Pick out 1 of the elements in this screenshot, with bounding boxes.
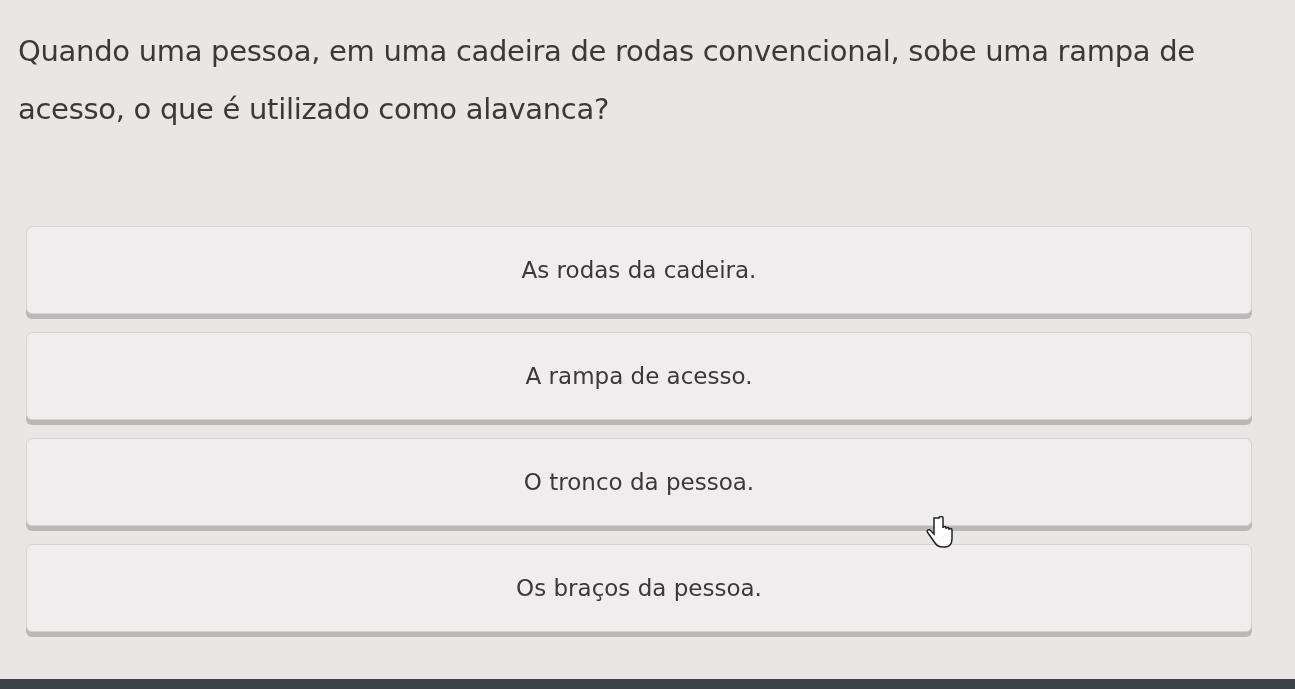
question-text: Quando uma pessoa, em uma cadeira de rodas convencional, sobe uma rampa de acesso, o que é utilizado como alavanca?: [18, 33, 1196, 128]
